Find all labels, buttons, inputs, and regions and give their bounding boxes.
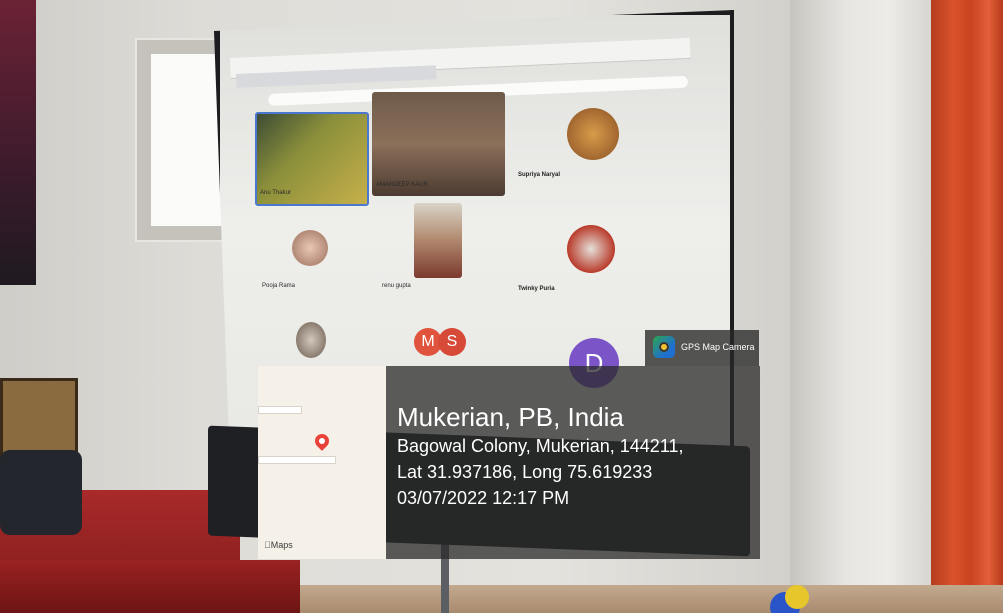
- participant-avatar: [567, 108, 619, 160]
- participant-name: renu gupta: [382, 283, 411, 289]
- gps-map-camera-icon: [653, 336, 675, 358]
- location-address: Bagowal Colony, Mukerian, 144211,: [397, 436, 684, 456]
- maps-attribution: Maps: [264, 540, 293, 550]
- stage-step-lower: [0, 560, 300, 613]
- window-pane: [151, 54, 225, 226]
- location-title: Mukerian, PB, India: [397, 402, 624, 432]
- participant-video-tile: [372, 92, 505, 196]
- side-panel: [790, 0, 931, 613]
- map-road: [258, 456, 336, 464]
- participant-initial-avatar: S: [438, 328, 466, 356]
- participant-avatar: [296, 322, 326, 358]
- participant-name: AMANDEEP KAUR: [376, 182, 428, 188]
- maps-attribution-text: Maps: [264, 540, 293, 550]
- photo-scene: M S D Anu Thakur AMANDEEP KAUR Supriya N…: [0, 0, 1003, 613]
- location-pin-icon: [312, 431, 332, 451]
- location-datetime: 03/07/2022 12:17 PM: [397, 488, 570, 508]
- participant-name: Supriya Naryal: [518, 172, 561, 178]
- participant-name: Pooja Rama: [262, 283, 296, 289]
- bag: [0, 450, 82, 535]
- yellow-ball: [785, 585, 809, 609]
- participant-avatar: [567, 225, 615, 273]
- location-map: Maps: [258, 366, 386, 559]
- location-coordinates: Lat 31.937186, Long 75.619233: [397, 462, 653, 482]
- gps-app-tag: GPS Map Camera: [645, 330, 759, 366]
- participant-video-tile: [414, 203, 462, 278]
- participant-name: Anu Thakur: [260, 190, 291, 196]
- map-road: [258, 406, 302, 414]
- wall-frame: [0, 0, 36, 285]
- gps-location-card: Maps Mukerian, PB, India Bagowal Colony…: [258, 366, 760, 559]
- participant-name: Twinky Puria: [518, 286, 555, 292]
- gps-app-name: GPS Map Camera: [681, 342, 755, 352]
- curtain: [931, 0, 1003, 613]
- participant-avatar: [292, 230, 328, 266]
